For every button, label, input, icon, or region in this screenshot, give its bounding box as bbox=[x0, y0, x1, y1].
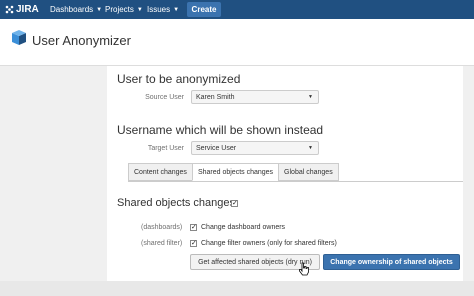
shared-objects-heading: Shared objects changes bbox=[117, 197, 236, 209]
dashboards-category-label: (dashboards) bbox=[141, 224, 183, 231]
source-user-value: Karen Smith bbox=[196, 93, 235, 101]
chevron-down-icon: ▼ bbox=[308, 145, 313, 151]
tab-content-changes[interactable]: Content changes bbox=[128, 163, 193, 181]
tab-shared-objects-changes[interactable]: Shared objects changes bbox=[191, 163, 280, 181]
chevron-down-icon: ▼ bbox=[136, 6, 143, 13]
tab-global-changes[interactable]: Global changes bbox=[278, 163, 339, 181]
target-user-select[interactable]: Service User ▼ bbox=[191, 141, 319, 155]
chevron-down-icon: ▼ bbox=[173, 6, 180, 13]
change-filter-owners-label: Change filter owners (only for shared fi… bbox=[201, 240, 337, 247]
source-user-select[interactable]: Karen Smith ▼ bbox=[191, 90, 319, 104]
target-user-value: Service User bbox=[196, 144, 237, 152]
hand-cursor-icon bbox=[299, 262, 309, 276]
target-user-label: Target User bbox=[147, 145, 184, 152]
shared-objects-toggle-checkbox[interactable]: ✓ bbox=[231, 200, 238, 207]
nav-projects[interactable]: Projects ▼ bbox=[105, 0, 143, 19]
nav-issues[interactable]: Issues ▼ bbox=[147, 0, 179, 19]
nav-projects-label: Projects bbox=[105, 5, 134, 14]
jira-logo[interactable]: JIRA bbox=[5, 3, 39, 16]
tab-bar: Content changes Shared objects changes G… bbox=[128, 163, 339, 181]
change-ownership-button[interactable]: Change ownership of shared objects bbox=[323, 254, 460, 270]
change-dashboard-owners-checkbox[interactable]: ✓ bbox=[190, 224, 197, 231]
change-filter-owners-checkbox[interactable]: ✓ bbox=[190, 240, 197, 247]
chevron-down-icon: ▼ bbox=[96, 6, 103, 13]
nav-issues-label: Issues bbox=[147, 5, 171, 14]
create-button[interactable]: Create bbox=[187, 2, 221, 17]
anonymizer-app-icon bbox=[12, 30, 26, 45]
logo-text: JIRA bbox=[16, 4, 39, 15]
shared-filter-category-label: (shared filter) bbox=[141, 240, 183, 247]
section-heading-target: Username which will be shown instead bbox=[117, 123, 324, 137]
change-dashboard-owners-label: Change dashboard owners bbox=[201, 224, 286, 231]
jira-logo-icon bbox=[5, 5, 14, 14]
page-header: User Anonymizer bbox=[0, 19, 474, 66]
source-user-label: Source User bbox=[145, 94, 184, 101]
page-title: User Anonymizer bbox=[32, 33, 131, 48]
nav-dashboards-label: Dashboards bbox=[50, 5, 94, 14]
chevron-down-icon: ▼ bbox=[308, 94, 313, 100]
top-navigation-bar: JIRA Dashboards ▼ Projects ▼ Issues ▼ Cr… bbox=[0, 0, 474, 19]
section-heading-anonymize: User to be anonymized bbox=[117, 72, 241, 86]
nav-dashboards[interactable]: Dashboards ▼ bbox=[50, 0, 102, 19]
tab-divider bbox=[128, 181, 463, 182]
footer-area bbox=[0, 281, 474, 296]
